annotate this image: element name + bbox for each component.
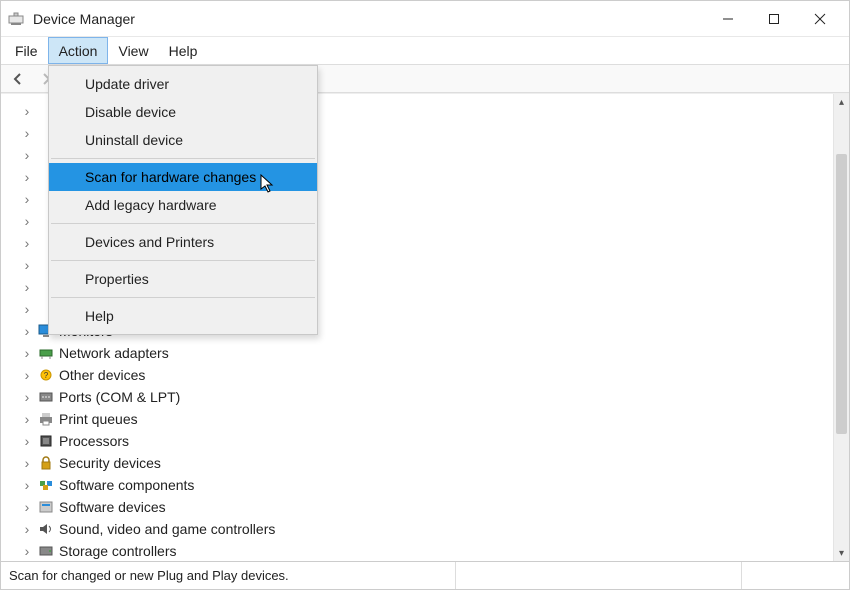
menu-disable-device[interactable]: Disable device xyxy=(49,98,317,126)
chevron-right-icon: › xyxy=(21,523,33,535)
back-button[interactable] xyxy=(7,68,29,90)
tree-row-other[interactable]: › ? Other devices xyxy=(21,364,833,386)
chevron-right-icon: › xyxy=(21,347,33,359)
chevron-right-icon: › xyxy=(21,237,33,249)
menu-file[interactable]: File xyxy=(5,37,48,64)
network-icon xyxy=(37,345,55,361)
menu-scan-hardware[interactable]: Scan for hardware changes xyxy=(49,163,317,191)
other-icon: ? xyxy=(37,367,55,383)
tree-row-storage[interactable]: › Storage controllers xyxy=(21,540,833,561)
tree-label: Other devices xyxy=(59,367,145,383)
tree-label: Network adapters xyxy=(59,345,169,361)
menu-separator xyxy=(51,158,315,159)
menu-devices-printers[interactable]: Devices and Printers xyxy=(49,228,317,256)
tree-label: Security devices xyxy=(59,455,161,471)
chevron-right-icon: › xyxy=(21,479,33,491)
scroll-thumb[interactable] xyxy=(836,154,847,434)
tree-label: Software components xyxy=(59,477,194,493)
tree-row-sw-devices[interactable]: › Software devices xyxy=(21,496,833,518)
security-icon xyxy=(37,455,55,471)
menu-help-item[interactable]: Help xyxy=(49,302,317,330)
chevron-right-icon: › xyxy=(21,369,33,381)
printer-icon xyxy=(37,411,55,427)
menu-action[interactable]: Action xyxy=(48,37,109,64)
chevron-right-icon: › xyxy=(21,435,33,447)
menu-help[interactable]: Help xyxy=(159,37,208,64)
menu-update-driver[interactable]: Update driver xyxy=(49,70,317,98)
minimize-button[interactable] xyxy=(705,5,751,33)
app-icon xyxy=(7,10,25,28)
tree-label: Software devices xyxy=(59,499,166,515)
menu-uninstall-device[interactable]: Uninstall device xyxy=(49,126,317,154)
chevron-right-icon: › xyxy=(21,105,33,117)
chevron-right-icon: › xyxy=(21,281,33,293)
chevron-right-icon: › xyxy=(21,171,33,183)
storage-icon xyxy=(37,543,55,559)
statusbar: Scan for changed or new Plug and Play de… xyxy=(1,561,849,589)
tree-label: Processors xyxy=(59,433,129,449)
chevron-right-icon: › xyxy=(21,545,33,557)
tree-row-sound[interactable]: › Sound, video and game controllers xyxy=(21,518,833,540)
action-dropdown: Update driver Disable device Uninstall d… xyxy=(48,65,318,335)
softdev-icon xyxy=(37,499,55,515)
device-manager-window: Device Manager File Action View Help xyxy=(0,0,850,590)
tree-label: Storage controllers xyxy=(59,543,177,559)
chevron-right-icon: › xyxy=(21,457,33,469)
window-controls xyxy=(705,5,843,33)
scroll-up-icon[interactable]: ▴ xyxy=(834,94,849,110)
menu-separator xyxy=(51,223,315,224)
titlebar: Device Manager xyxy=(1,1,849,37)
scroll-down-icon[interactable]: ▾ xyxy=(834,545,849,561)
chevron-right-icon: › xyxy=(21,215,33,227)
menu-add-legacy[interactable]: Add legacy hardware xyxy=(49,191,317,219)
tree-row-network[interactable]: › Network adapters xyxy=(21,342,833,364)
status-segment xyxy=(741,562,841,589)
vertical-scrollbar[interactable]: ▴ ▾ xyxy=(833,94,849,561)
tree-label: Ports (COM & LPT) xyxy=(59,389,180,405)
chevron-right-icon: › xyxy=(21,259,33,271)
chevron-right-icon: › xyxy=(21,303,33,315)
tree-label: Sound, video and game controllers xyxy=(59,521,275,537)
port-icon xyxy=(37,389,55,405)
menubar: File Action View Help xyxy=(1,37,849,65)
tree-row-ports[interactable]: › Ports (COM & LPT) xyxy=(21,386,833,408)
chevron-right-icon: › xyxy=(21,149,33,161)
cpu-icon xyxy=(37,433,55,449)
status-segment xyxy=(455,562,575,589)
window-title: Device Manager xyxy=(33,11,705,27)
tree-row-processors[interactable]: › Processors xyxy=(21,430,833,452)
component-icon xyxy=(37,477,55,493)
maximize-button[interactable] xyxy=(751,5,797,33)
tree-label: Print queues xyxy=(59,411,138,427)
close-button[interactable] xyxy=(797,5,843,33)
chevron-right-icon: › xyxy=(21,391,33,403)
chevron-right-icon: › xyxy=(21,193,33,205)
menu-properties[interactable]: Properties xyxy=(49,265,317,293)
chevron-right-icon: › xyxy=(21,325,33,337)
tree-row-sw-components[interactable]: › Software components xyxy=(21,474,833,496)
chevron-right-icon: › xyxy=(21,127,33,139)
tree-row-security[interactable]: › Security devices xyxy=(21,452,833,474)
menu-separator xyxy=(51,297,315,298)
menu-separator xyxy=(51,260,315,261)
menu-view[interactable]: View xyxy=(108,37,158,64)
svg-text:?: ? xyxy=(44,371,49,380)
sound-icon xyxy=(37,521,55,537)
status-text: Scan for changed or new Plug and Play de… xyxy=(9,568,289,583)
tree-row-print[interactable]: › Print queues xyxy=(21,408,833,430)
chevron-right-icon: › xyxy=(21,413,33,425)
chevron-right-icon: › xyxy=(21,501,33,513)
